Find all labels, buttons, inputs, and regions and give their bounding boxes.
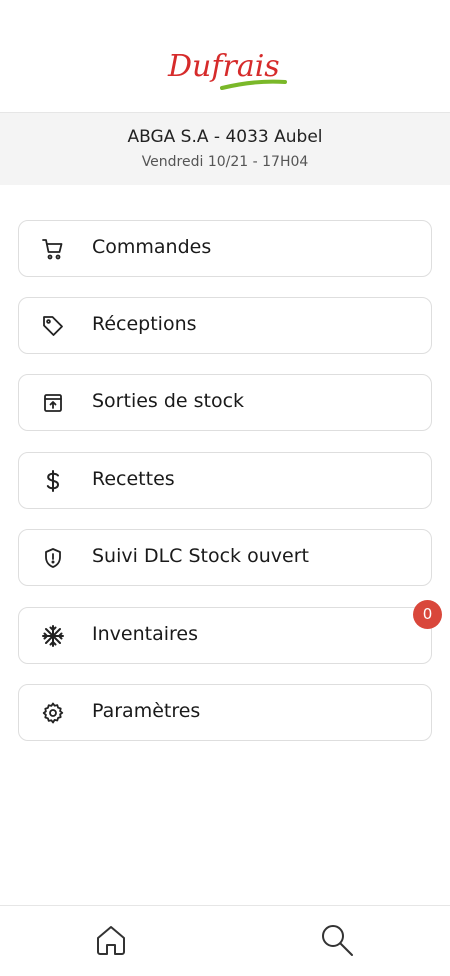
menu-item-label: Réceptions bbox=[92, 313, 197, 335]
inventaires-count-badge: 0 bbox=[413, 600, 442, 629]
menu-item-label: Paramètres bbox=[92, 700, 201, 722]
archive-upload-icon bbox=[41, 391, 65, 415]
menu-item-suivi-dlc[interactable]: Suivi DLC Stock ouvert bbox=[18, 529, 432, 586]
dufrais-logo: Dufrais bbox=[167, 49, 287, 90]
menu-item-sorties-de-stock[interactable]: Sorties de stock bbox=[18, 374, 432, 431]
menu-item-inventaires[interactable]: Inventaires bbox=[18, 607, 432, 664]
bottom-nav bbox=[0, 905, 450, 976]
menu-item-recettes[interactable]: Recettes bbox=[18, 452, 432, 509]
current-datetime: Vendredi 10/21 - 17H04 bbox=[141, 154, 309, 170]
search-icon bbox=[322, 925, 353, 956]
dollar-icon bbox=[41, 469, 65, 493]
menu-item-receptions[interactable]: Réceptions bbox=[18, 297, 432, 354]
menu-item-label: Suivi DLC Stock ouvert bbox=[92, 545, 309, 567]
tag-icon bbox=[41, 314, 65, 338]
shield-alert-icon bbox=[41, 546, 65, 570]
gear-icon bbox=[41, 701, 65, 725]
cart-icon bbox=[41, 237, 65, 261]
store-info-bar: ABGA S.A - 4033 Aubel Vendredi 10/21 - 1… bbox=[0, 112, 450, 185]
search-button[interactable] bbox=[319, 922, 355, 958]
home-icon bbox=[97, 926, 125, 955]
company-name: ABGA S.A - 4033 Aubel bbox=[127, 127, 323, 147]
menu-item-parametres[interactable]: Paramètres bbox=[18, 684, 432, 741]
menu-item-label: Commandes bbox=[92, 236, 212, 258]
app-header: Dufrais bbox=[0, 0, 450, 112]
menu-item-label: Recettes bbox=[92, 468, 175, 490]
svg-text:Dufrais: Dufrais bbox=[167, 49, 280, 84]
home-button[interactable] bbox=[93, 922, 129, 958]
snowflake-icon bbox=[41, 624, 65, 648]
menu-item-commandes[interactable]: Commandes bbox=[18, 220, 432, 277]
menu-item-label: Sorties de stock bbox=[92, 390, 245, 412]
menu-item-label: Inventaires bbox=[92, 623, 198, 645]
